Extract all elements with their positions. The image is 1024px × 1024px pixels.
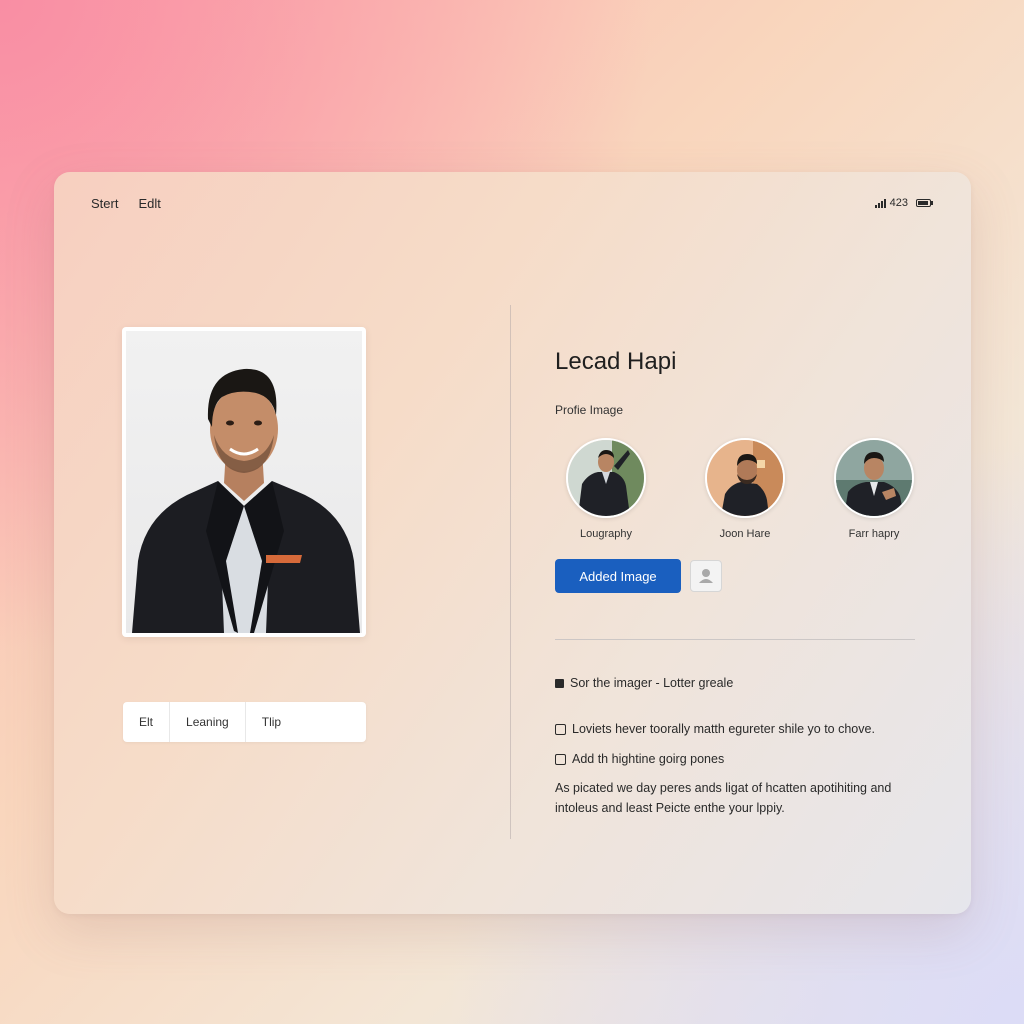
profile-window: Stert Edlt 423 Elt Leaning Tlip Lecad Ha… xyxy=(54,172,971,914)
info-item: Add th hightine goirg pones xyxy=(555,752,724,766)
folder-icon xyxy=(555,678,564,688)
thumbnail-caption: Joon Hare xyxy=(719,528,771,540)
user-icon-button[interactable] xyxy=(690,560,722,592)
info-heading: Sor the imager - Lotter greale xyxy=(555,676,733,690)
profile-name: Lecad Hapi xyxy=(555,348,677,375)
info-paragraph: As picated we day peres ands ligat of hc… xyxy=(555,781,892,815)
thumbnail-caption: Farr hapry xyxy=(848,528,900,540)
tab-tlip[interactable]: Tlip xyxy=(246,702,297,742)
thumbnail-option[interactable]: Lougraphy xyxy=(551,438,661,540)
photo-tab-bar: Elt Leaning Tlip xyxy=(123,702,366,742)
checkbox-icon[interactable] xyxy=(555,723,566,735)
profile-image-label: Profie Image xyxy=(555,403,624,417)
user-icon xyxy=(699,569,713,583)
menu-item-edit[interactable]: Edlt xyxy=(138,196,160,211)
tab-edit[interactable]: Elt xyxy=(123,702,171,742)
section-divider xyxy=(555,639,915,640)
battery-icon xyxy=(916,199,933,207)
profile-photo-image xyxy=(126,331,362,633)
status-bar: 423 xyxy=(874,197,933,209)
info-heading-text: Sor the imager - Lotter greale xyxy=(570,676,734,690)
thumbnail-option[interactable]: Farr hapry xyxy=(819,438,929,540)
thumbnail-image xyxy=(705,438,785,518)
thumbnail-caption: Lougraphy xyxy=(580,528,632,540)
signal-icon xyxy=(874,198,886,208)
info-item-text: Loviets hever toorally matth egureter sh… xyxy=(572,722,875,736)
checkbox-icon[interactable] xyxy=(555,753,566,765)
thumbnail-image xyxy=(566,438,646,518)
profile-photo[interactable] xyxy=(122,327,366,637)
thumbnail-option[interactable]: Joon Hare xyxy=(690,438,800,540)
info-item: Loviets hever toorally matth egureter sh… xyxy=(555,722,875,736)
add-image-button[interactable]: Added Image xyxy=(555,559,681,593)
column-divider xyxy=(510,305,511,839)
tab-leaning[interactable]: Leaning xyxy=(170,702,246,742)
menu-item-start[interactable]: Stert xyxy=(91,196,118,211)
menu-bar: Stert Edlt xyxy=(91,196,161,211)
info-item-text: Add th hightine goirg pones xyxy=(572,752,725,766)
thumbnail-image xyxy=(834,438,914,518)
portrait-illustration xyxy=(132,368,360,633)
status-time: 423 xyxy=(889,197,908,209)
